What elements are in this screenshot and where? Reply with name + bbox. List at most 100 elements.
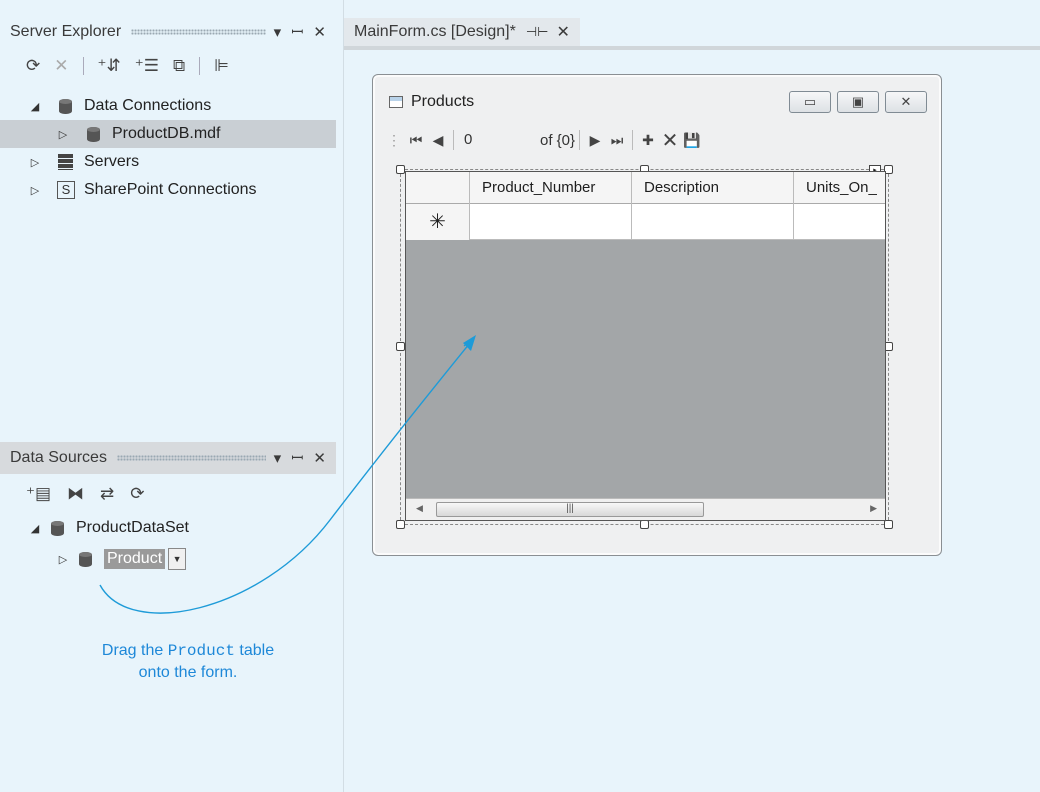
dataset-icon: [48, 519, 68, 537]
grid-cell[interactable]: [632, 204, 794, 240]
scroll-left-icon[interactable]: ◀: [416, 503, 423, 514]
data-sources-title: Data Sources: [10, 449, 107, 466]
product-datagridview[interactable]: Product_Number Description Units_On_ ✳ ◀…: [405, 171, 886, 521]
move-previous-icon[interactable]: ◀: [427, 132, 449, 149]
toolbar-separator: [199, 57, 201, 75]
toolbar-separator: [82, 57, 84, 75]
grid-cell[interactable]: [470, 204, 632, 240]
horizontal-scrollbar[interactable]: ◀ ||| ▶: [406, 498, 885, 520]
resize-handle[interactable]: [884, 520, 893, 529]
close-icon[interactable]: ✕: [313, 23, 326, 41]
tree-item-product-table[interactable]: ▷ Product ▼: [0, 542, 336, 576]
tree-item-label: ProductDB.mdf: [112, 125, 221, 142]
close-icon[interactable]: ✕: [313, 449, 326, 467]
resize-handle[interactable]: [396, 165, 405, 174]
expand-arrow-icon[interactable]: ▷: [56, 128, 70, 141]
delete-icon[interactable]: ✕: [659, 128, 681, 153]
products-form[interactable]: Products ▭ ▣ ✕ ⋮ ⏮ ◀ 0 of {0} ▶ ⏭ ✚ ✕ 💾 …: [372, 74, 942, 556]
tree-item-productdb[interactable]: ▷ ProductDB.mdf: [0, 120, 336, 148]
data-sources-header[interactable]: Data Sources ▾ ꟷ ✕: [0, 442, 336, 474]
form-icon: [389, 96, 403, 108]
tree-item-label: Servers: [84, 153, 140, 170]
data-connections-icon: [56, 97, 76, 115]
close-button[interactable]: ✕: [885, 91, 927, 113]
stop-icon[interactable]: ✕: [54, 56, 68, 76]
panel-grip[interactable]: [116, 455, 266, 461]
column-header[interactable]: Product_Number: [470, 172, 632, 204]
expand-arrow-icon[interactable]: ▷: [56, 553, 70, 566]
pin-icon[interactable]: ꟷ: [291, 448, 303, 468]
panel-grip[interactable]: [131, 29, 266, 35]
tab-mainform-design[interactable]: MainForm.cs [Design]* ⊣⊢ ✕: [344, 18, 580, 46]
move-last-icon[interactable]: ⏭: [606, 132, 628, 149]
tree-item-dataset[interactable]: ◢ ProductDataSet: [0, 514, 336, 542]
edit-dataset-icon[interactable]: ⧓: [67, 484, 84, 504]
add-new-data-source-icon[interactable]: ⁺▤: [26, 484, 51, 504]
scroll-right-icon[interactable]: ▶: [870, 503, 877, 514]
form-title-bar: Products: [389, 93, 474, 111]
refresh-icon[interactable]: ⟳: [130, 484, 144, 504]
callout-suffix: table: [239, 642, 275, 659]
tool-window-column: Server Explorer ▾ ꟷ ✕ ⟳ ✕ ⁺⇵ ⁺☰ ⧉ ⊫ ◢ Da…: [0, 0, 344, 792]
sharepoint-icon: S: [56, 181, 76, 199]
server-explorer-header[interactable]: Server Explorer ▾ ꟷ ✕: [0, 16, 336, 48]
drag-instruction-callout: Drag the Product table onto the form.: [58, 640, 318, 684]
expand-arrow-icon[interactable]: ▷: [28, 156, 42, 169]
database-file-icon: [84, 125, 104, 143]
close-tab-icon[interactable]: ✕: [556, 22, 569, 42]
save-icon[interactable]: 💾: [681, 132, 703, 149]
maximize-button[interactable]: ▣: [837, 91, 879, 113]
expand-arrow-icon[interactable]: ▷: [28, 184, 42, 197]
move-next-icon[interactable]: ▶: [584, 132, 606, 149]
product-table-label[interactable]: Product: [104, 549, 166, 569]
tree-item-label: Data Connections: [84, 97, 212, 114]
tab-label: MainForm.cs [Design]*: [354, 23, 516, 40]
pin-icon[interactable]: ꟷ: [291, 22, 303, 42]
navigator-separator: [579, 130, 581, 150]
position-input[interactable]: 0: [458, 129, 528, 151]
collapse-arrow-icon[interactable]: ◢: [28, 522, 42, 535]
new-row-marker: ✳: [406, 204, 470, 240]
control-type-dropdown[interactable]: ▼: [168, 548, 187, 570]
column-header[interactable]: Description: [632, 172, 794, 204]
tree-item-label: SharePoint Connections: [84, 181, 257, 198]
scroll-thumb[interactable]: |||: [436, 502, 704, 517]
refresh-icon[interactable]: ⟳: [26, 56, 40, 76]
tab-strip-underline: [344, 46, 1040, 50]
window-buttons: ▭ ▣ ✕: [789, 91, 927, 113]
grid-cell[interactable]: [794, 204, 885, 240]
connect-to-database-icon[interactable]: ⁺⇵: [98, 56, 121, 76]
minimize-button[interactable]: ▭: [789, 91, 831, 113]
panel-options-icon[interactable]: ▾: [274, 449, 282, 467]
connect-to-sharepoint-icon[interactable]: ⧉: [173, 56, 185, 76]
servers-icon: [56, 153, 76, 171]
datagridview-icon: [76, 550, 96, 568]
pin-icon[interactable]: ⊣⊢: [526, 24, 549, 40]
binding-navigator: ⋮ ⏮ ◀ 0 of {0} ▶ ⏭ ✚ ✕ 💾: [383, 125, 933, 155]
navigator-grip-icon[interactable]: ⋮: [383, 132, 405, 149]
column-header[interactable]: Units_On_: [794, 172, 885, 204]
tree-item-sharepoint[interactable]: ▷ S SharePoint Connections: [0, 176, 336, 204]
count-label: of {0}: [540, 131, 576, 149]
panel-options-icon[interactable]: ▾: [274, 23, 282, 41]
tree-item-label: ProductDataSet: [76, 519, 189, 536]
collapse-arrow-icon[interactable]: ◢: [28, 100, 42, 113]
add-new-icon[interactable]: ✚: [637, 132, 659, 149]
resize-handle[interactable]: [396, 342, 405, 351]
connect-to-server-icon[interactable]: ⁺☰: [135, 56, 159, 76]
move-first-icon[interactable]: ⏮: [405, 132, 427, 149]
tree-item-servers[interactable]: ▷ Servers: [0, 148, 336, 176]
callout-line2: onto the form.: [138, 664, 238, 681]
navigator-separator: [453, 130, 454, 150]
new-row[interactable]: ✳: [406, 204, 885, 240]
callout-code: Product: [167, 642, 235, 660]
configure-dataset-icon[interactable]: ⇄: [100, 484, 114, 504]
resize-handle[interactable]: [396, 520, 405, 529]
resize-handle[interactable]: [640, 520, 649, 529]
server-explorer-toolbar: ⟳ ✕ ⁺⇵ ⁺☰ ⧉ ⊫: [26, 56, 229, 76]
properties-icon[interactable]: ⊫: [214, 56, 229, 76]
grid-header-row: Product_Number Description Units_On_: [406, 172, 885, 204]
server-explorer-title: Server Explorer: [10, 23, 122, 40]
tree-item-data-connections[interactable]: ◢ Data Connections: [0, 92, 336, 120]
server-explorer-tree: ◢ Data Connections ▷ ProductDB.mdf ▷ Ser…: [0, 92, 336, 204]
